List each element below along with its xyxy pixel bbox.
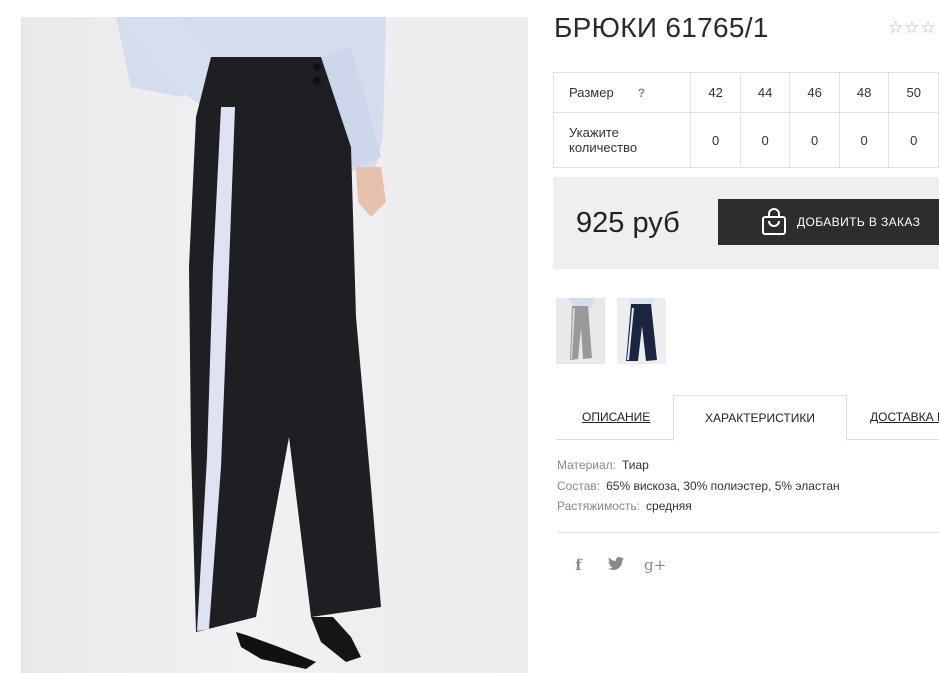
twitter-icon[interactable] — [607, 556, 624, 574]
add-to-order-label: ДОБАВИТЬ В ЗАКАЗ — [797, 215, 921, 229]
spec-value: Тиар — [621, 458, 649, 472]
product-tabs: ОПИСАНИЕ ХАРАКТЕРИСТИКИ ДОСТАВКА И — [556, 395, 939, 441]
spec-value: 65% вискоза, 30% полиэстер, 5% эластан — [606, 478, 840, 493]
star-icon[interactable]: ☆ — [904, 19, 919, 36]
quantity-input[interactable]: 0 — [838, 112, 890, 168]
quantity-input[interactable]: 0 — [739, 112, 791, 168]
price-box: 925 руб ДОБАВИТЬ В ЗАКАЗ — [553, 177, 939, 269]
google-plus-icon[interactable]: g+ — [644, 556, 666, 574]
spec-label: Материал: — [557, 458, 616, 472]
quantity-row: Укажите количество 0 0 0 0 0 — [552, 112, 939, 168]
size-table: Размер? 42 44 46 48 50 Укажите количеств… — [552, 72, 939, 168]
specs-list: Материал: Тиар Состав: 65% вискоза, 30% по… — [557, 458, 840, 520]
size-label: Размер — [569, 85, 614, 100]
help-icon[interactable]: ? — [638, 86, 645, 100]
divider — [557, 532, 939, 533]
quantity-input[interactable]: 0 — [888, 112, 939, 168]
trousers-illustration — [116, 17, 386, 669]
quantity-row-label: Укажите количество — [552, 112, 692, 168]
size-cell: 48 — [838, 72, 890, 113]
price: 925 руб — [576, 207, 680, 239]
tab-description[interactable]: ОПИСАНИЕ — [582, 395, 650, 439]
spec-label: Растяжимость: — [557, 499, 641, 513]
spec-row: Материал: Тиар — [557, 458, 840, 479]
size-cell: 42 — [690, 72, 741, 113]
size-cell: 50 — [888, 72, 939, 113]
quantity-input[interactable]: 0 — [690, 112, 741, 168]
rating-stars[interactable]: ☆ ☆ ☆ — [888, 19, 936, 36]
thumbnail-black-trousers[interactable] — [556, 298, 605, 364]
spec-label: Состав: — [557, 478, 601, 493]
size-cell: 44 — [739, 72, 791, 113]
size-cell: 46 — [789, 72, 840, 113]
facebook-icon[interactable]: f — [570, 556, 587, 574]
size-row: Размер? 42 44 46 48 50 — [552, 72, 939, 113]
social-share: f g+ — [570, 556, 666, 574]
shopping-bag-icon — [761, 208, 787, 236]
tab-delivery[interactable]: ДОСТАВКА И — [870, 395, 939, 439]
product-title: БРЮКИ 61765/1 — [554, 12, 769, 43]
spec-value: средняя — [646, 499, 692, 513]
add-to-order-button[interactable]: ДОБАВИТЬ В ЗАКАЗ — [718, 199, 939, 245]
star-icon[interactable]: ☆ — [921, 19, 936, 36]
size-row-label: Размер? — [552, 72, 692, 113]
quantity-input[interactable]: 0 — [789, 112, 840, 168]
main-product-photo[interactable] — [21, 17, 528, 673]
star-icon[interactable]: ☆ — [888, 19, 903, 36]
spec-row: Состав: 65% вискоза, 30% полиэстер, 5% эл… — [557, 479, 840, 500]
tab-characteristics[interactable]: ХАРАКТЕРИСТИКИ — [673, 395, 847, 441]
spec-row: Растяжимость: средняя — [557, 499, 840, 520]
thumbnail-navy-trousers[interactable] — [617, 298, 666, 364]
